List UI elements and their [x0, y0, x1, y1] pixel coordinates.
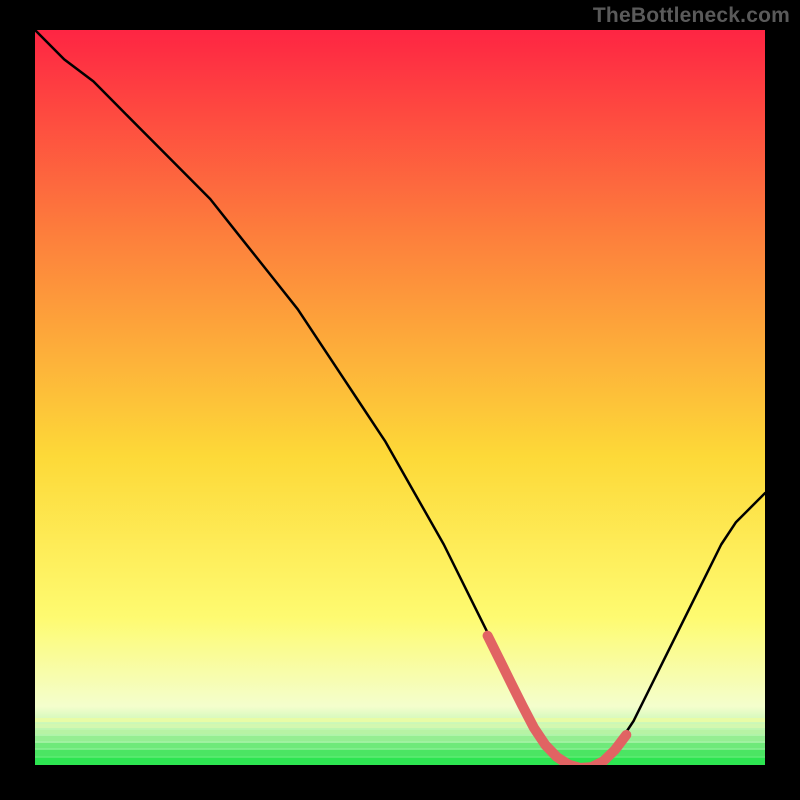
- plot-area: [35, 30, 765, 765]
- bottleneck-chart: [35, 30, 765, 765]
- watermark-text: TheBottleneck.com: [593, 4, 790, 28]
- gradient-background: [35, 30, 765, 765]
- chart-frame: TheBottleneck.com: [0, 0, 800, 800]
